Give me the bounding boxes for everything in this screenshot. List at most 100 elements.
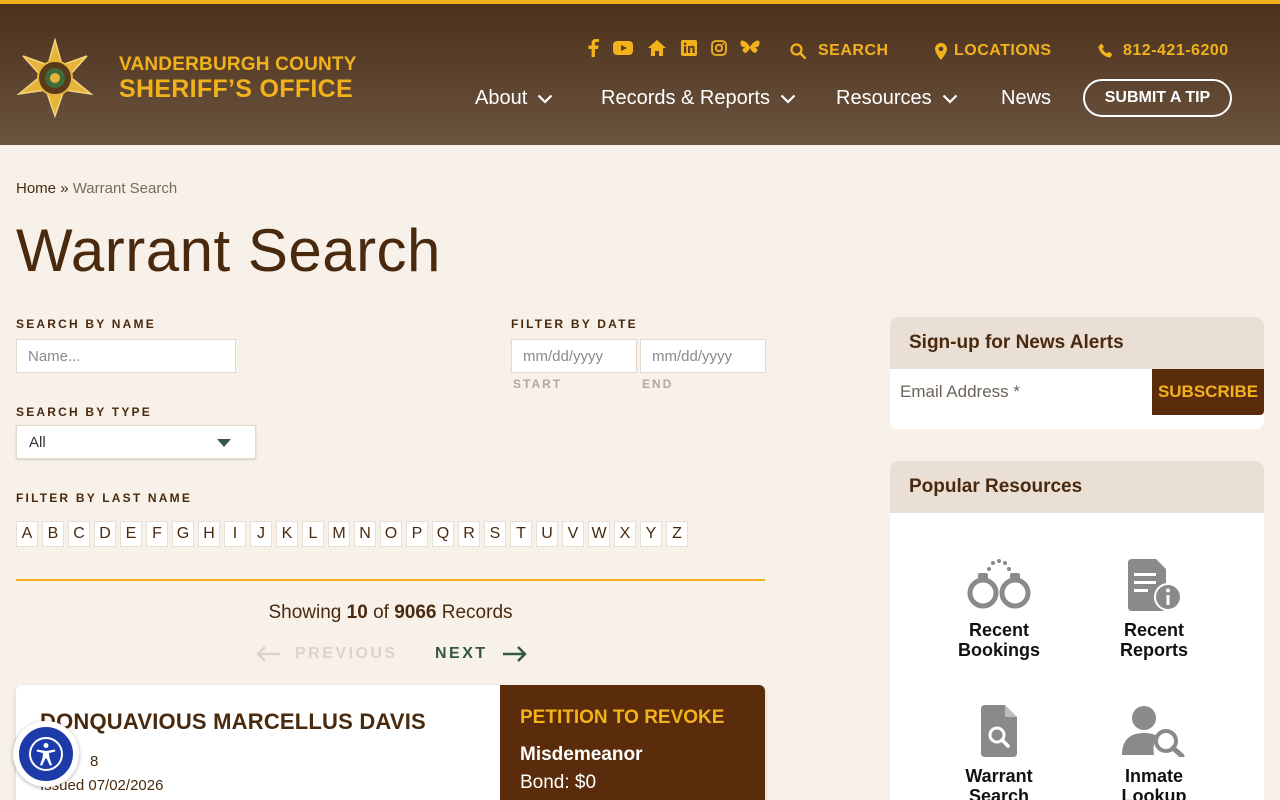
- letter-filter-e[interactable]: E: [120, 521, 142, 547]
- next-page-button[interactable]: NEXT: [435, 645, 528, 663]
- linkedin-icon[interactable]: [678, 38, 700, 58]
- letter-filter-a[interactable]: A: [16, 521, 38, 547]
- nav-news-label: News: [1001, 87, 1052, 109]
- youtube-icon[interactable]: [612, 38, 634, 58]
- search-label: SEARCH: [818, 42, 889, 59]
- accessibility-icon: [29, 737, 63, 771]
- handcuffs-icon: [967, 559, 1031, 609]
- letter-filter-f[interactable]: F: [146, 521, 168, 547]
- letter-filter-d[interactable]: D: [94, 521, 116, 547]
- resource-label: Warrant Search: [965, 766, 1033, 800]
- resource-recent-bookings[interactable]: Recent Bookings: [929, 559, 1069, 660]
- resource-label: Inmate Lookup: [1121, 766, 1187, 800]
- sheriff-star-logo[interactable]: [15, 38, 95, 118]
- resource-recent-reports[interactable]: Recent Reports: [1084, 559, 1224, 660]
- letter-filter-bar: ABCDEFGHIJKLMNOPQRSTUVWXYZ: [16, 521, 688, 547]
- end-date-input[interactable]: mm/dd/yyyy: [640, 339, 766, 373]
- letter-filter-u[interactable]: U: [536, 521, 558, 547]
- nav-news[interactable]: News: [1001, 87, 1051, 110]
- letter-filter-w[interactable]: W: [588, 521, 610, 547]
- warrant-bond: Bond: $0: [520, 772, 597, 793]
- home-icon[interactable]: [646, 38, 668, 58]
- letter-filter-y[interactable]: Y: [640, 521, 662, 547]
- site-logo-text[interactable]: VANDERBURGH COUNTY SHERIFF’S OFFICE: [119, 55, 357, 102]
- results-summary: Showing 10 of 9066 Records: [16, 602, 765, 624]
- name-search-input[interactable]: Name...: [16, 339, 236, 373]
- nav-records-label: Records & Reports: [601, 87, 770, 109]
- letter-filter-s[interactable]: S: [484, 521, 506, 547]
- page-title: Warrant Search: [16, 217, 441, 284]
- header-locations-link[interactable]: LOCATIONS: [935, 42, 1052, 60]
- warrant-person-name: DONQUAVIOUS MARCELLUS DAVIS: [40, 709, 426, 734]
- logo-line-1: VANDERBURGH COUNTY: [119, 54, 357, 75]
- letter-filter-h[interactable]: H: [198, 521, 220, 547]
- letter-filter-i[interactable]: I: [224, 521, 246, 547]
- letter-filter-j[interactable]: J: [250, 521, 272, 547]
- showing-records: Records: [441, 602, 513, 623]
- filter-by-last-name-label: FILTER BY LAST NAME: [16, 491, 193, 505]
- nav-about[interactable]: About: [475, 87, 553, 110]
- end-date-label: END: [642, 377, 674, 391]
- email-address-input[interactable]: Email Address *: [890, 369, 1152, 415]
- nav-resources[interactable]: Resources: [836, 87, 958, 110]
- site-header: VANDERBURGH COUNTY SHERIFF’S OFFICE SEAR…: [0, 0, 1280, 145]
- phone-number: 812-421-6200: [1123, 42, 1229, 59]
- type-select-value: All: [29, 433, 46, 451]
- letter-filter-q[interactable]: Q: [432, 521, 454, 547]
- letter-filter-t[interactable]: T: [510, 521, 532, 547]
- letter-filter-x[interactable]: X: [614, 521, 636, 547]
- breadcrumb-separator: »: [60, 180, 69, 197]
- letter-filter-c[interactable]: C: [68, 521, 90, 547]
- bluesky-icon[interactable]: [739, 38, 761, 58]
- resource-inmate-lookup[interactable]: Inmate Lookup: [1084, 705, 1224, 800]
- letter-filter-l[interactable]: L: [302, 521, 324, 547]
- search-icon: [790, 43, 806, 59]
- header-search-link[interactable]: SEARCH: [790, 42, 889, 60]
- map-pin-icon: [935, 42, 947, 60]
- letter-filter-p[interactable]: P: [406, 521, 428, 547]
- letter-filter-z[interactable]: Z: [666, 521, 688, 547]
- letter-filter-b[interactable]: B: [42, 521, 64, 547]
- letter-filter-v[interactable]: V: [562, 521, 584, 547]
- results-divider: [16, 579, 765, 581]
- accessibility-button[interactable]: [13, 721, 79, 787]
- popular-resources-widget: Popular Resources Recent Bookings Recent R…: [890, 461, 1264, 800]
- search-by-name-label: SEARCH BY NAME: [16, 317, 156, 331]
- search-by-type-label: SEARCH BY TYPE: [16, 405, 152, 419]
- breadcrumb-current: Warrant Search: [72, 180, 178, 197]
- facebook-icon[interactable]: [582, 38, 604, 58]
- subscribe-button[interactable]: SUBSCRIBE: [1152, 369, 1264, 415]
- nav-records-reports[interactable]: Records & Reports: [601, 87, 796, 110]
- breadcrumb-home[interactable]: Home: [16, 180, 56, 197]
- resource-warrant-search[interactable]: Warrant Search: [929, 705, 1069, 800]
- header-phone-link[interactable]: 812-421-6200: [1098, 42, 1229, 60]
- chevron-down-icon: [780, 94, 796, 104]
- warrant-type: PETITION TO REVOKE: [520, 707, 725, 728]
- resource-label: Recent Reports: [1119, 620, 1188, 660]
- start-date-input[interactable]: mm/dd/yyyy: [511, 339, 637, 373]
- letter-filter-k[interactable]: K: [276, 521, 298, 547]
- start-date-label: START: [513, 377, 563, 391]
- nav-about-label: About: [475, 87, 528, 109]
- warrant-level: Misdemeanor: [520, 744, 643, 765]
- filter-by-date-label: FILTER BY DATE: [511, 317, 638, 331]
- letter-filter-o[interactable]: O: [380, 521, 402, 547]
- dropdown-caret-icon: [217, 439, 231, 447]
- arrow-left-icon: [256, 646, 280, 662]
- instagram-icon[interactable]: [708, 38, 730, 58]
- letter-filter-r[interactable]: R: [458, 521, 480, 547]
- letter-filter-g[interactable]: G: [172, 521, 194, 547]
- letter-filter-m[interactable]: M: [328, 521, 350, 547]
- next-label: NEXT: [435, 645, 488, 662]
- previous-page-button[interactable]: PREVIOUS: [255, 645, 398, 663]
- news-alerts-title: Sign-up for News Alerts: [890, 317, 1264, 369]
- report-info-icon: [1128, 559, 1182, 611]
- warrant-result-card[interactable]: DONQUAVIOUS MARCELLUS DAVIS 8 Issued 07/…: [16, 685, 765, 800]
- submit-tip-button[interactable]: SUBMIT A TIP: [1083, 79, 1232, 117]
- letter-filter-n[interactable]: N: [354, 521, 376, 547]
- warrant-id: 8: [90, 753, 99, 770]
- type-select[interactable]: All: [16, 425, 256, 459]
- news-alerts-widget: Sign-up for News Alerts Email Address * …: [890, 317, 1264, 429]
- document-search-icon: [981, 705, 1017, 757]
- nav-resources-label: Resources: [836, 87, 932, 109]
